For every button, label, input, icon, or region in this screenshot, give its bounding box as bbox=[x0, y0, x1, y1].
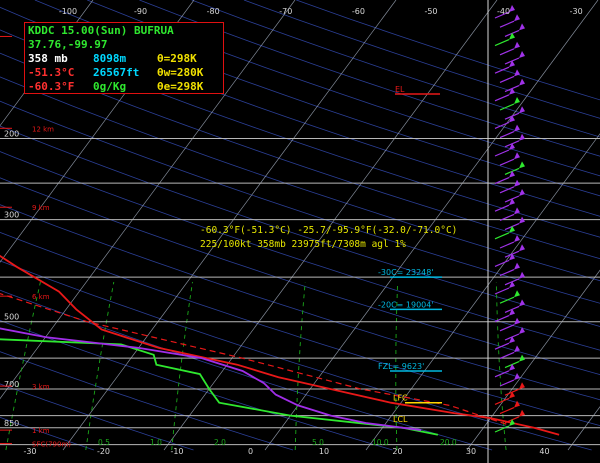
height-tick-label: 3 km bbox=[32, 383, 50, 391]
top-tick-label: -90 bbox=[134, 7, 147, 16]
top-tick-label: -100 bbox=[59, 7, 77, 16]
mixing-ratio-label: 2.0 bbox=[214, 438, 226, 447]
top-tick-label: -40 bbox=[497, 7, 510, 16]
level-label: LFC bbox=[393, 394, 408, 403]
pressure-tick-label: 700 bbox=[4, 380, 19, 389]
bottom-tick-label: 0 bbox=[248, 447, 253, 456]
top-tick-label: -50 bbox=[424, 7, 437, 16]
mixing-ratio-label: 20.0 bbox=[440, 438, 457, 447]
temp-f-value: -60.3°F bbox=[28, 80, 75, 93]
level-label: -20C= 19004' bbox=[378, 300, 434, 309]
bottom-tick-label: -10 bbox=[170, 447, 183, 456]
height-ft-value: 26567ft bbox=[93, 66, 140, 79]
mixing-ratio-label: 5.0 bbox=[312, 438, 324, 447]
latlon-label: 37.76,-99.97 bbox=[28, 38, 108, 51]
pressure-tick-label: 200 bbox=[4, 130, 19, 139]
height-m-value: 8098m bbox=[93, 52, 127, 65]
bottom-tick-label: 40 bbox=[539, 447, 549, 456]
bottom-tick-label: 30 bbox=[466, 447, 476, 456]
readout-line-1: -60.3°F(-51.3°C) -25.7/-95.9°F(-32.0/-71… bbox=[200, 225, 458, 236]
pressure-tick-label: 300 bbox=[4, 211, 19, 220]
temp-c-value: -51.3°C bbox=[28, 66, 75, 79]
height-tick-label: SFC(790m) bbox=[32, 441, 71, 449]
mixing-ratio-value: 0g/Kg bbox=[93, 80, 127, 93]
pressure-tick-label: 500 bbox=[4, 313, 19, 322]
pressure-value: 358 mb bbox=[28, 52, 68, 65]
theta-value: θ=298K bbox=[157, 52, 197, 65]
bottom-tick-label: 20 bbox=[392, 447, 402, 456]
cursor-readout: -60.3°F(-51.3°C) -25.7/-95.9°F(-32.0/-71… bbox=[200, 224, 460, 252]
bottom-tick-label: -20 bbox=[97, 447, 110, 456]
pressure-tick-label: 850 bbox=[4, 419, 19, 428]
mixing-ratio-label: 1.0 bbox=[150, 438, 162, 447]
mixing-ratio-label: 0.5 bbox=[98, 438, 110, 447]
station-label: KDDC 15.00(Sun) BUFRUA bbox=[28, 24, 174, 37]
mixing-ratio-label: 10.0 bbox=[372, 438, 389, 447]
height-tick-label: 6 km bbox=[32, 293, 50, 301]
height-tick-label: 9 km bbox=[32, 204, 50, 212]
theta-w-value: θw=280K bbox=[157, 66, 204, 79]
top-tick-label: -80 bbox=[207, 7, 220, 16]
height-tick-label: 12 km bbox=[32, 125, 54, 133]
sounding-info-box: KDDC 15.00(Sun) BUFRUA 37.76,-99.97 358 … bbox=[24, 22, 224, 94]
bottom-tick-label: 10 bbox=[319, 447, 329, 456]
top-tick-label: -30 bbox=[570, 7, 583, 16]
readout-line-2: 225/100kt 358mb 23975ft/7308m agl 1% bbox=[200, 239, 406, 250]
top-tick-label: -70 bbox=[279, 7, 292, 16]
level-label: LCL bbox=[393, 415, 408, 424]
level-label: -30C= 23248' bbox=[378, 268, 434, 277]
top-tick-label: -60 bbox=[352, 7, 365, 16]
theta-e-value: θe=298K bbox=[157, 80, 204, 93]
level-label: EL bbox=[395, 85, 405, 94]
height-tick-label: 1 km bbox=[32, 427, 50, 435]
level-label: FZL= 9623' bbox=[378, 362, 424, 371]
